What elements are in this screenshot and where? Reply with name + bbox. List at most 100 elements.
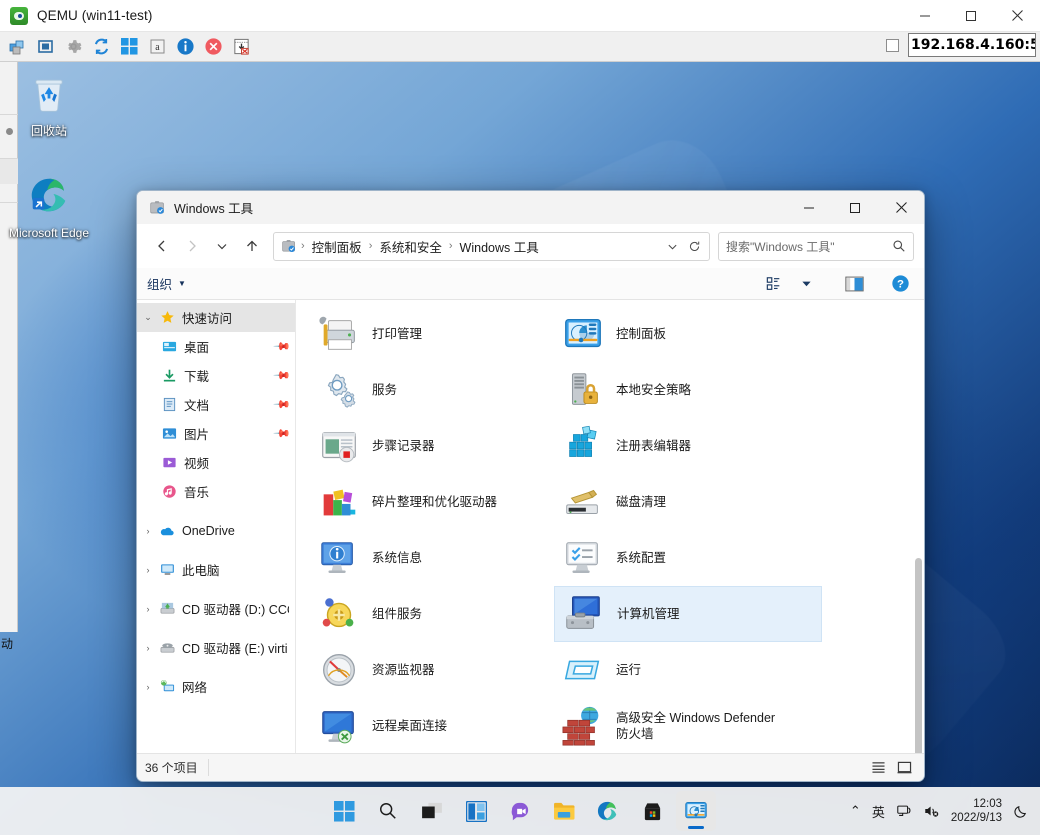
edge-button[interactable] (588, 791, 628, 831)
desktop-icon-recycle-bin[interactable]: 回收站 (6, 74, 92, 139)
item-disk-cleanup[interactable]: 磁盘清理 (554, 474, 798, 530)
explorer-close-button[interactable] (878, 191, 924, 224)
clock[interactable]: 12:03 2022/9/13 (951, 797, 1002, 825)
explorer-status-bar: 36 个项目 (137, 753, 924, 781)
sidebar-item-cd-drive-d[interactable]: › CD 驱动器 (D:) CCC (137, 594, 295, 623)
sidebar-item-quick-access[interactable]: ⌄ 快速访问 (137, 303, 295, 332)
explorer-maximize-button[interactable] (832, 191, 878, 224)
task-view-button[interactable] (412, 791, 452, 831)
refresh-icon[interactable] (683, 233, 705, 259)
preview-pane-icon[interactable] (840, 271, 868, 297)
explorer-minimize-button[interactable] (786, 191, 832, 224)
file-explorer-button[interactable] (544, 791, 584, 831)
back-arrow-icon[interactable] (147, 231, 177, 261)
qemu-close-button[interactable] (994, 0, 1040, 32)
item-remote-desktop-connection[interactable]: 远程桌面连接 (310, 698, 554, 753)
breadcrumb-item-system-and-security[interactable]: 系统和安全 (376, 237, 445, 256)
content-scrollbar[interactable] (915, 558, 922, 753)
fullscreen-icon[interactable] (32, 34, 58, 60)
tray-chevron-up-icon[interactable]: ⌃ (850, 803, 861, 819)
pin-icon[interactable]: 📌 (273, 337, 292, 356)
breadcrumb-item-control-panel[interactable]: 控制面板 (309, 237, 365, 256)
item-component-services[interactable]: 组件服务 (310, 586, 554, 642)
large-icons-view-icon[interactable] (892, 757, 916, 779)
qemu-window-title: QEMU (win11-test) (37, 8, 153, 23)
items-view[interactable]: 打印管理 服务 步骤记录器 碎片整理和优化驱动器 系统信息 组件服务 资源监视器… (296, 300, 924, 753)
pin-icon[interactable]: 📌 (273, 395, 292, 414)
recent-locations-chevron-down-icon[interactable] (207, 231, 237, 261)
forward-arrow-icon[interactable] (177, 231, 207, 261)
explorer-window-title: Windows 工具 (174, 202, 254, 216)
ime-indicator[interactable]: 英 (872, 802, 885, 821)
breadcrumb[interactable]: › 控制面板 › 系统和安全 › Windows 工具 (273, 231, 710, 261)
item-system-configuration[interactable]: 系统配置 (554, 530, 798, 586)
item-registry-editor[interactable]: 注册表编辑器 (554, 418, 798, 474)
search-button[interactable] (368, 791, 408, 831)
item-label: 服务 (372, 383, 398, 397)
desktop-icon-microsoft-edge[interactable]: Microsoft Edge (6, 172, 92, 241)
item-defragment-and-optimize-drives[interactable]: 碎片整理和优化驱动器 (310, 474, 554, 530)
item-local-security-policy[interactable]: 本地安全策略 (554, 362, 798, 418)
sidebar-item-desktop[interactable]: 桌面 📌 (137, 332, 295, 361)
start-button[interactable] (324, 791, 364, 831)
details-view-icon[interactable] (866, 757, 890, 779)
qemu-address-checkbox[interactable] (886, 38, 899, 52)
windows-icon[interactable] (116, 34, 142, 60)
snapshot-icon[interactable] (228, 34, 254, 60)
qemu-maximize-button[interactable] (948, 0, 994, 32)
background-window-sliver[interactable] (0, 62, 18, 632)
registry-editor-icon (560, 423, 606, 469)
notifications-moon-icon[interactable] (1013, 804, 1028, 819)
help-icon[interactable]: ? (886, 271, 914, 297)
sidebar-item-videos[interactable]: 视频 (137, 448, 295, 477)
sidebar-item-downloads[interactable]: 下载 📌 (137, 361, 295, 390)
sidebar-item-music[interactable]: 音乐 (137, 477, 295, 506)
item-control-panel[interactable]: 控制面板 (554, 306, 798, 362)
machine-icon[interactable] (4, 34, 30, 60)
breadcrumb-chevron-down-icon[interactable] (661, 233, 683, 259)
sidebar-item-documents[interactable]: 文档 📌 (137, 390, 295, 419)
widgets-button[interactable] (456, 791, 496, 831)
item-services[interactable]: 服务 (310, 362, 554, 418)
item-computer-management[interactable]: 计算机管理 (554, 586, 822, 642)
volume-muted-icon[interactable] (923, 803, 940, 819)
background-window-text: 动 (1, 637, 14, 651)
item-windows-defender-firewall-advanced-security[interactable]: 高级安全 Windows Defender 防火墙 (554, 698, 822, 753)
network-icon (157, 679, 177, 694)
search-input[interactable]: 搜索"Windows 工具" (718, 231, 914, 261)
pin-icon[interactable]: 📌 (273, 424, 292, 443)
network-icon[interactable] (896, 803, 912, 819)
sidebar-item-onedrive[interactable]: › OneDrive (137, 516, 295, 545)
breadcrumb-item-windows-tools[interactable]: Windows 工具 (457, 237, 542, 256)
qemu-minimize-button[interactable] (902, 0, 948, 32)
info-icon[interactable] (172, 34, 198, 60)
microsoft-store-button[interactable] (632, 791, 672, 831)
chevron-down-icon: ▼ (178, 279, 186, 288)
qemu-address-input[interactable]: 192.168.4.160:5930 (908, 33, 1036, 57)
settings-gear-icon[interactable] (60, 34, 86, 60)
item-steps-recorder[interactable]: 步骤记录器 (310, 418, 554, 474)
pin-icon[interactable]: 📌 (273, 366, 292, 385)
item-run[interactable]: 运行 (554, 642, 798, 698)
up-arrow-icon[interactable] (237, 231, 267, 261)
chevron-right-icon: › (146, 681, 150, 692)
chat-button[interactable] (500, 791, 540, 831)
qemu-app-icon (10, 6, 28, 25)
sidebar-item-this-pc[interactable]: › 此电脑 (137, 555, 295, 584)
control-panel-taskbar-button[interactable] (676, 791, 716, 831)
item-system-information[interactable]: 系统信息 (310, 530, 554, 586)
item-resource-monitor[interactable]: 资源监视器 (310, 642, 554, 698)
videos-icon (159, 455, 179, 470)
view-options-icon[interactable] (760, 271, 788, 297)
sidebar-item-cd-drive-e[interactable]: › CD 驱动器 (E:) virti (137, 633, 295, 662)
item-label: 运行 (616, 663, 642, 677)
organize-button[interactable]: 组织 ▼ (147, 274, 186, 293)
sidebar-item-pictures[interactable]: 图片 📌 (137, 419, 295, 448)
item-print-management[interactable]: 打印管理 (310, 306, 554, 362)
view-options-chevron-down-icon[interactable] (792, 271, 820, 297)
clock-date: 2022/9/13 (950, 812, 1002, 824)
keyboard-icon[interactable]: a (144, 34, 170, 60)
refresh-icon[interactable] (88, 34, 114, 60)
sidebar-item-network[interactable]: › 网络 (137, 672, 295, 701)
disconnect-icon[interactable] (200, 34, 226, 60)
